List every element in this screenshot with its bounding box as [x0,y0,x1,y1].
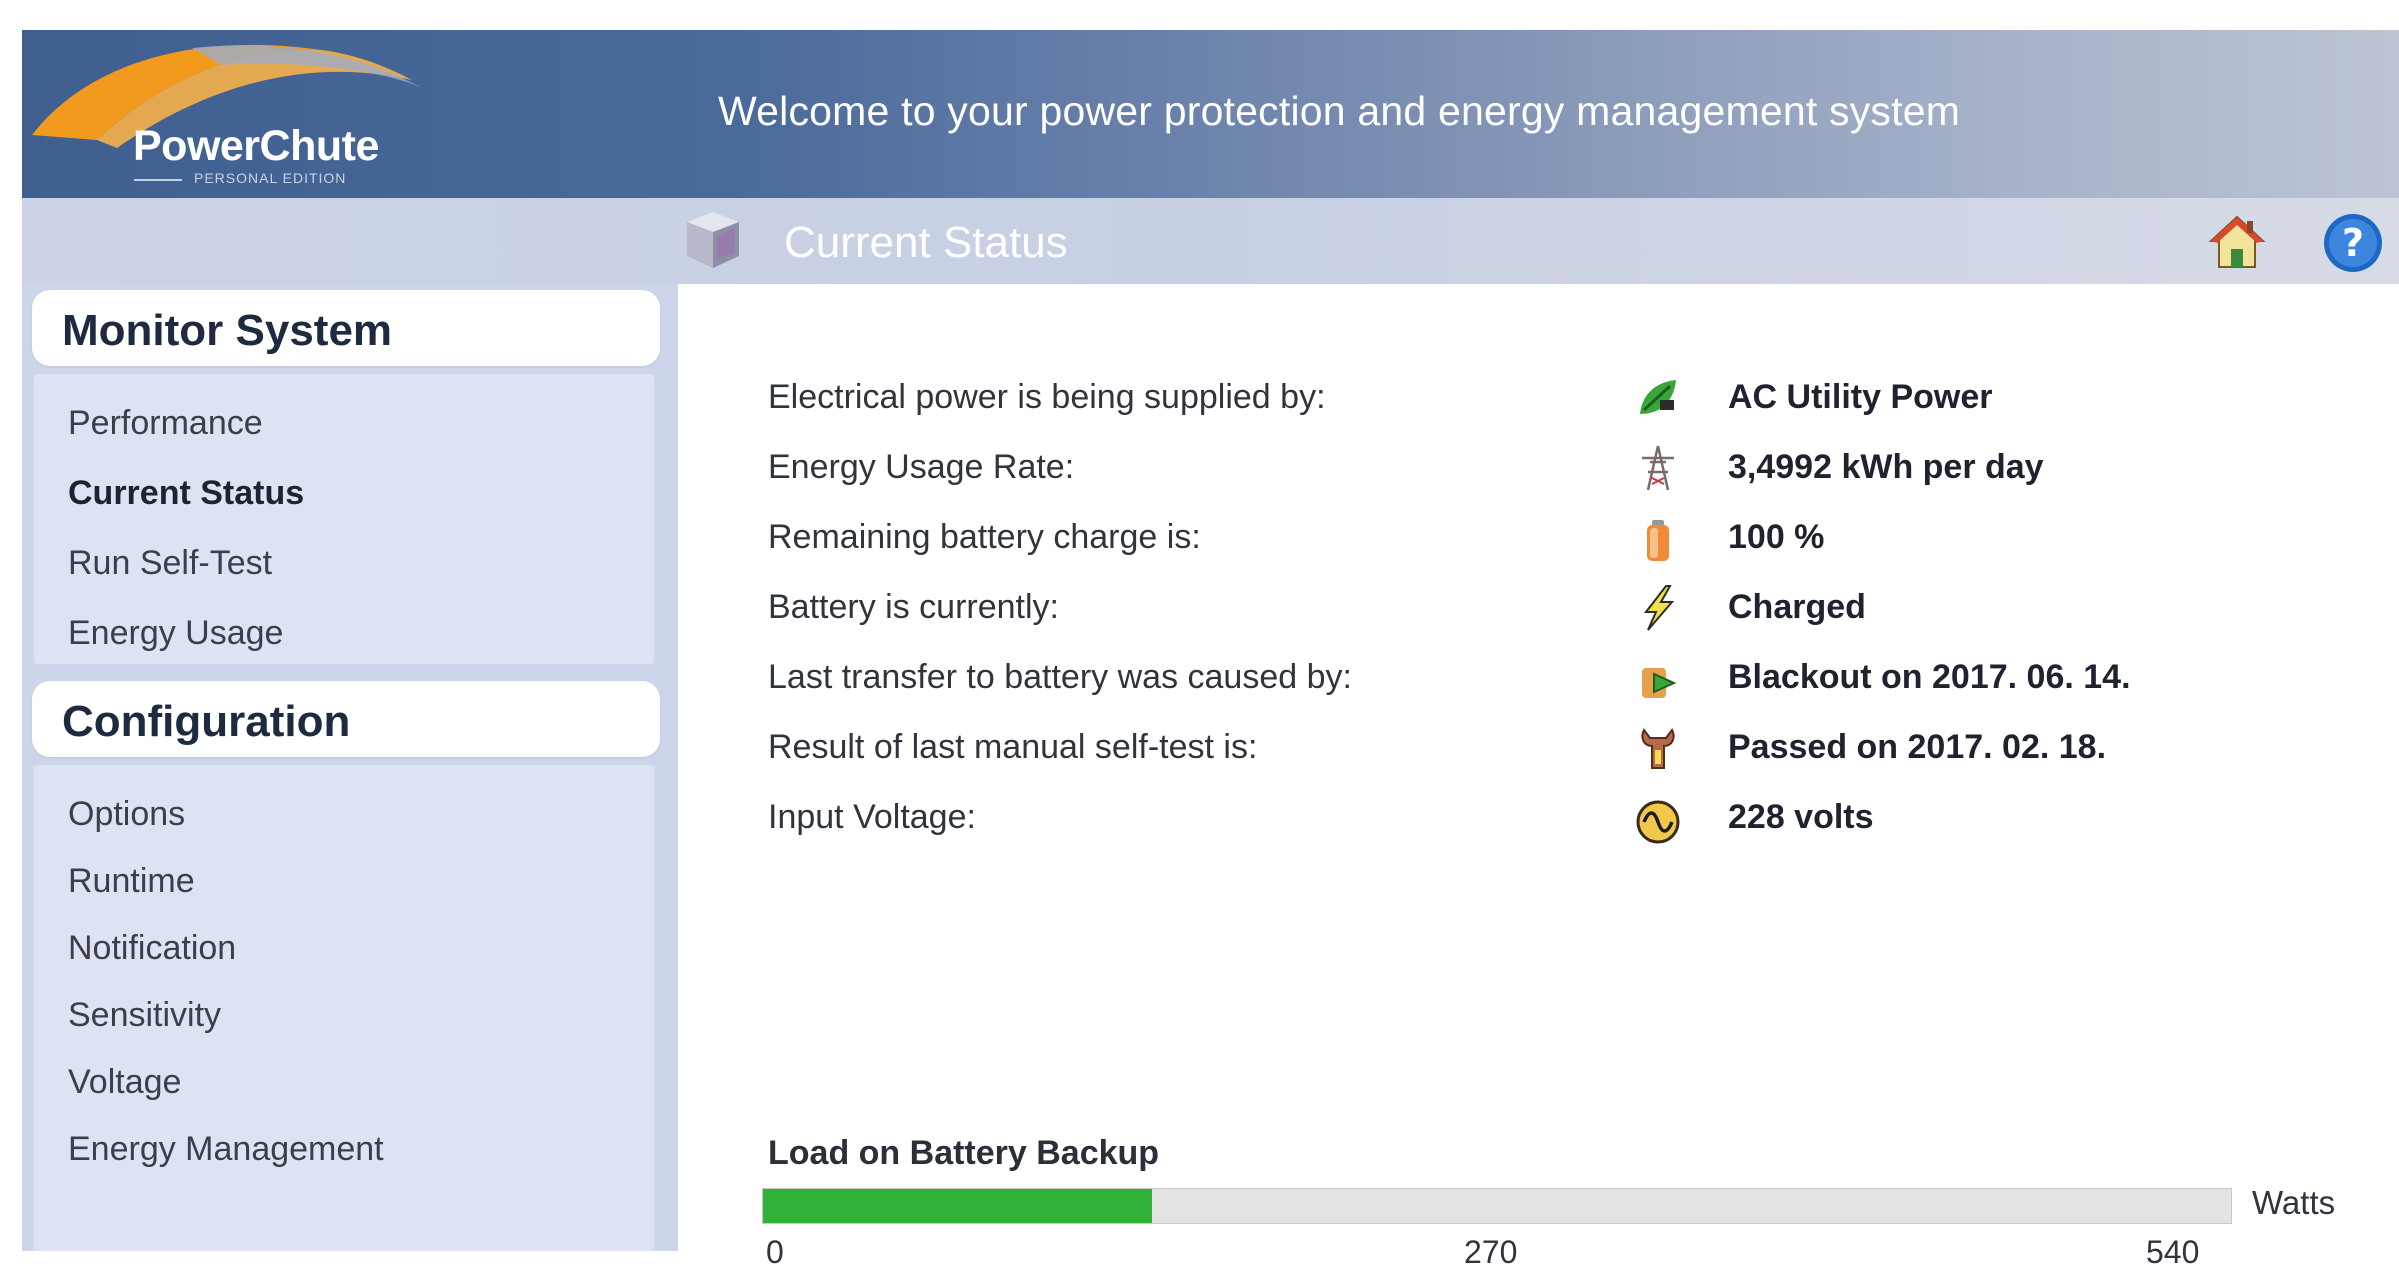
load-tick: 0 [766,1234,784,1270]
battery-icon [1647,520,1669,561]
monitor-system-header: Monitor System [32,290,660,366]
logo-text: PowerChute [133,122,379,170]
sidebar: Monitor System Performance Current Statu… [22,284,678,1251]
configuration-header: Configuration [32,681,660,757]
wrench-icon [1641,728,1675,769]
plug-leaf-icon [1640,380,1676,414]
home-icon[interactable] [2207,213,2267,271]
nav-performance[interactable]: Performance [68,404,263,443]
app-window: PowerChute PERSONAL EDITION Welcome to y… [22,30,2399,1270]
svg-text:?: ? [2342,221,2364,265]
load-bar [762,1188,2232,1224]
status-value: 100 % [1728,518,1825,556]
status-panel: Electrical power is being supplied by: A… [678,284,2399,1270]
page-title: Current Status [784,218,1068,267]
status-label: Battery is currently: [768,588,1059,626]
configuration-title: Configuration [62,697,351,746]
nav-sensitivity[interactable]: Sensitivity [68,996,221,1035]
cube-icon [687,212,739,268]
status-value: Blackout on 2017. 06. 14. [1728,658,2131,696]
status-value: 228 volts [1728,798,1874,836]
nav-runtime[interactable]: Runtime [68,862,195,901]
status-label: Energy Usage Rate: [768,448,1075,486]
status-value: Charged [1728,588,1866,626]
load-bar-fill [763,1189,1153,1223]
status-label: Remaining battery charge is: [768,518,1201,556]
section-title-bar: Current Status ? [22,198,2399,284]
load-unit: Watts [2252,1184,2336,1221]
load-tick: 540 [2146,1234,2200,1270]
lightning-icon [1643,585,1675,631]
status-label: Last transfer to battery was caused by: [768,658,1352,696]
nav-current-status[interactable]: Current Status [68,474,304,513]
nav-notification[interactable]: Notification [68,929,236,968]
nav-options[interactable]: Options [68,795,185,834]
sine-wave-icon [1636,800,1680,844]
help-icon[interactable]: ? [2322,212,2384,274]
header-banner: PowerChute PERSONAL EDITION Welcome to y… [22,30,2399,198]
nav-voltage[interactable]: Voltage [68,1063,181,1102]
status-value: AC Utility Power [1728,378,1993,416]
logo-subtext: PERSONAL EDITION [194,170,347,186]
nav-energy-usage[interactable]: Energy Usage [68,614,283,653]
monitor-system-title: Monitor System [62,306,393,355]
nav-run-self-test[interactable]: Run Self-Test [68,544,272,583]
status-label: Input Voltage: [768,798,976,836]
power-tower-icon [1642,445,1674,491]
load-tick: 270 [1464,1234,1518,1270]
configuration-menu: Options Runtime Notification Sensitivity… [34,765,654,1251]
load-title: Load on Battery Backup [768,1134,1160,1172]
status-value: Passed on 2017. 02. 18. [1728,728,2107,766]
nav-energy-management[interactable]: Energy Management [68,1130,384,1169]
status-label: Electrical power is being supplied by: [768,378,1326,416]
transfer-icon [1642,668,1677,698]
status-value: 3,4992 kWh per day [1728,448,2044,486]
powerchute-logo: PowerChute PERSONAL EDITION [22,30,432,198]
welcome-message: Welcome to your power protection and ene… [718,88,1961,134]
monitor-system-menu: Performance Current Status Run Self-Test… [34,374,654,664]
status-label: Result of last manual self-test is: [768,728,1258,766]
